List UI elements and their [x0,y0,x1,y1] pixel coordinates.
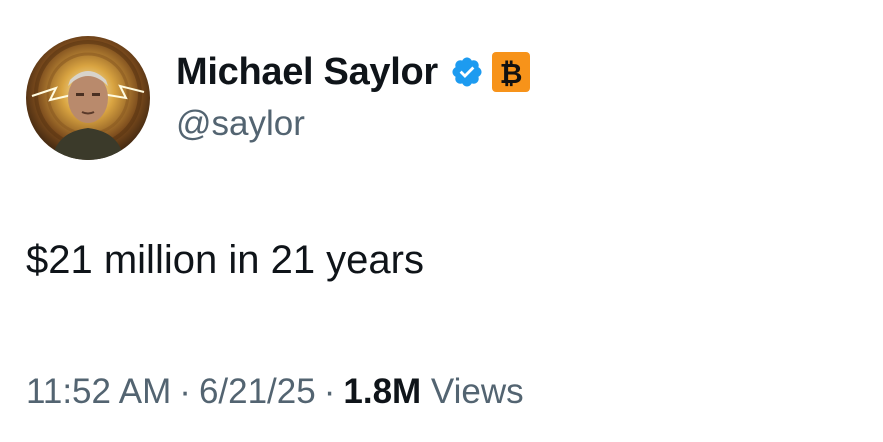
separator: · [179,372,191,411]
views-count: 1.8M [343,372,422,411]
bitcoin-icon[interactable]: ₿ [491,52,530,92]
avatar-image [26,36,150,160]
tweet-text: $21 million in 21 years [26,238,424,282]
tweet-time[interactable]: 11:52 AM [26,372,171,411]
author-handle[interactable]: @saylor [176,104,305,144]
separator: · [323,372,336,411]
display-name[interactable]: Michael Saylor [176,51,438,94]
avatar[interactable] [26,36,150,160]
svg-text:₿: ₿ [500,57,523,90]
tweet-card: Michael Saylor ₿ @saylor $21 million in … [0,0,883,442]
author-name-row: Michael Saylor ₿ [176,48,530,96]
tweet-date[interactable]: 6/21/25 [199,372,316,411]
verified-badge-icon [450,55,484,89]
views-label: Views [430,372,524,411]
tweet-meta: 11:52 AM · 6/21/25 · 1.8M Views [26,372,524,412]
